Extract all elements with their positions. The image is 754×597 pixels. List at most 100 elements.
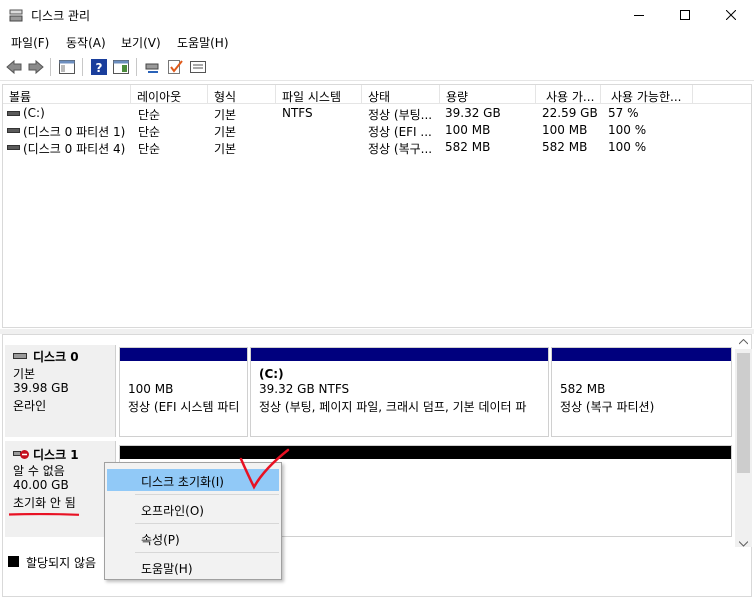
svg-text:?: ? bbox=[96, 61, 103, 75]
cell-layout: 단순 bbox=[138, 108, 161, 122]
volume-icon bbox=[7, 128, 20, 133]
column-free-space[interactable]: 사용 가... bbox=[536, 85, 601, 104]
red-checkmark-annotation bbox=[239, 448, 290, 490]
minimize-icon bbox=[634, 15, 644, 16]
partition-efi[interactable]: 100 MB 정상 (EFI 시스템 파티 bbox=[119, 347, 248, 437]
cell-free-space: 100 MB bbox=[542, 123, 588, 137]
column-type[interactable]: 형식 bbox=[208, 85, 276, 104]
maximize-button[interactable] bbox=[662, 0, 708, 30]
cell-capacity: 39.32 GB bbox=[445, 106, 501, 120]
cell-type: 기본 bbox=[214, 108, 237, 122]
title-bar: 디스크 관리 bbox=[0, 0, 754, 30]
toolbar-separator bbox=[50, 58, 51, 76]
cell-percent-free: 100 % bbox=[608, 140, 647, 154]
menu-offline[interactable]: 오프라인(O) bbox=[107, 498, 279, 520]
menu-properties[interactable]: 속성(P) bbox=[107, 527, 279, 549]
red-underline-annotation bbox=[8, 513, 80, 516]
column-capacity[interactable]: 용량 bbox=[440, 85, 536, 104]
volume-row[interactable]: (C:) 단순 기본 NTFS 정상 (부팅... 39.32 GB 22.59… bbox=[3, 105, 751, 122]
volume-list: 볼륨 레이아웃 형식 파일 시스템 상태 용량 사용 가... 사용 가능한..… bbox=[2, 84, 752, 328]
cell-file-system: NTFS bbox=[282, 106, 313, 120]
partition-status: 정상 (부팅, 페이지 파일, 크래시 덤프, 기본 데이터 파 bbox=[259, 400, 527, 414]
menu-separator bbox=[135, 552, 279, 553]
column-file-system[interactable]: 파일 시스템 bbox=[276, 85, 362, 104]
scroll-up-icon[interactable] bbox=[739, 339, 748, 345]
disk-0-size: 39.98 GB bbox=[13, 381, 69, 395]
partition-bar bbox=[552, 348, 731, 361]
vertical-scrollbar[interactable] bbox=[735, 339, 752, 547]
cell-percent-free: 100 % bbox=[608, 123, 647, 137]
legend-unallocated-swatch bbox=[8, 556, 19, 567]
partition-name: (C:) bbox=[259, 367, 284, 381]
toolbar-separator bbox=[136, 58, 137, 76]
toolbar: ? bbox=[0, 53, 754, 81]
partition-c[interactable]: (C:) 39.32 GB NTFS 정상 (부팅, 페이지 파일, 크래시 덤… bbox=[250, 347, 549, 437]
volume-row[interactable]: (디스크 0 파티션 1) 단순 기본 정상 (EFI ... 100 MB 1… bbox=[3, 122, 751, 139]
back-icon[interactable] bbox=[5, 58, 23, 76]
cell-percent-free: 57 % bbox=[608, 106, 639, 120]
disk-1-type: 알 수 없음 bbox=[13, 464, 65, 478]
unallocated-bar bbox=[120, 446, 731, 459]
partition-size: 39.32 GB NTFS bbox=[259, 382, 350, 396]
menu-file[interactable]: 파일(F) bbox=[11, 34, 49, 51]
column-percent-free[interactable]: 사용 가능한... bbox=[601, 85, 693, 104]
volume-list-header: 볼륨 레이아웃 형식 파일 시스템 상태 용량 사용 가... 사용 가능한..… bbox=[3, 85, 751, 104]
disk-0-label[interactable]: 디스크 0 기본 39.98 GB 온라인 bbox=[5, 345, 116, 437]
scroll-down-icon[interactable] bbox=[739, 541, 748, 547]
menu-separator bbox=[135, 523, 279, 524]
properties-icon[interactable] bbox=[189, 58, 207, 76]
column-volume[interactable]: 볼륨 bbox=[3, 85, 131, 104]
close-icon bbox=[726, 10, 736, 20]
partition-status: 정상 (EFI 시스템 파티 bbox=[128, 400, 240, 414]
console-tree-icon[interactable] bbox=[58, 58, 76, 76]
cell-status: 정상 (복구... bbox=[368, 142, 433, 156]
scrollbar-thumb[interactable] bbox=[737, 353, 750, 473]
cell-layout: 단순 bbox=[138, 142, 161, 156]
menu-action[interactable]: 동작(A) bbox=[66, 34, 106, 51]
cell-type: 기본 bbox=[214, 142, 237, 156]
disk-1-name: 디스크 1 bbox=[33, 448, 79, 462]
cell-type: 기본 bbox=[214, 125, 237, 139]
connect-icon[interactable] bbox=[144, 58, 162, 76]
partition-bar bbox=[251, 348, 548, 361]
toolbar-separator bbox=[82, 58, 83, 76]
disk-management-app-icon bbox=[9, 9, 23, 22]
disk-0-type: 기본 bbox=[13, 367, 36, 381]
help-icon[interactable]: ? bbox=[90, 58, 108, 76]
cell-status: 정상 (EFI ... bbox=[368, 125, 432, 139]
partition-recovery[interactable]: 582 MB 정상 (복구 파티션) bbox=[551, 347, 732, 437]
cell-volume: (디스크 0 파티션 4) bbox=[23, 142, 126, 156]
column-layout[interactable]: 레이아웃 bbox=[131, 85, 208, 104]
action-pane-icon[interactable] bbox=[112, 58, 130, 76]
legend-unallocated-label: 할당되지 않음 bbox=[26, 556, 97, 570]
partition-bar bbox=[120, 348, 247, 361]
disk-1-status: 초기화 안 됨 bbox=[13, 496, 76, 510]
cell-free-space: 582 MB bbox=[542, 140, 588, 154]
cell-capacity: 582 MB bbox=[445, 140, 491, 154]
cell-volume: (디스크 0 파티션 1) bbox=[23, 125, 126, 139]
close-button[interactable] bbox=[708, 0, 754, 30]
disk-1-size: 40.00 GB bbox=[13, 478, 69, 492]
partition-status: 정상 (복구 파티션) bbox=[560, 400, 655, 414]
minimize-button[interactable] bbox=[616, 0, 662, 30]
menu-help-item[interactable]: 도움말(H) bbox=[107, 556, 279, 578]
volume-icon bbox=[7, 145, 20, 150]
disk-1-label[interactable]: 디스크 1 알 수 없음 40.00 GB 초기화 안 됨 bbox=[5, 441, 116, 537]
column-status[interactable]: 상태 bbox=[362, 85, 440, 104]
forward-icon[interactable] bbox=[27, 58, 45, 76]
disk-0-name: 디스크 0 bbox=[33, 350, 79, 364]
menu-help[interactable]: 도움말(H) bbox=[177, 34, 229, 51]
menu-view[interactable]: 보기(V) bbox=[121, 34, 161, 51]
cell-status: 정상 (부팅... bbox=[368, 108, 433, 122]
partition-size: 100 MB bbox=[128, 382, 174, 396]
disk-0-status: 온라인 bbox=[13, 399, 47, 413]
cell-capacity: 100 MB bbox=[445, 123, 491, 137]
partition-size: 582 MB bbox=[560, 382, 606, 396]
cell-volume: (C:) bbox=[23, 106, 45, 120]
menu-bar: 파일(F) 동작(A) 보기(V) 도움말(H) bbox=[0, 30, 754, 52]
disk-error-icon bbox=[13, 450, 29, 459]
window-title: 디스크 관리 bbox=[31, 9, 91, 23]
disk-icon bbox=[13, 353, 27, 359]
check-icon[interactable] bbox=[166, 58, 184, 76]
volume-row[interactable]: (디스크 0 파티션 4) 단순 기본 정상 (복구... 582 MB 582… bbox=[3, 139, 751, 156]
